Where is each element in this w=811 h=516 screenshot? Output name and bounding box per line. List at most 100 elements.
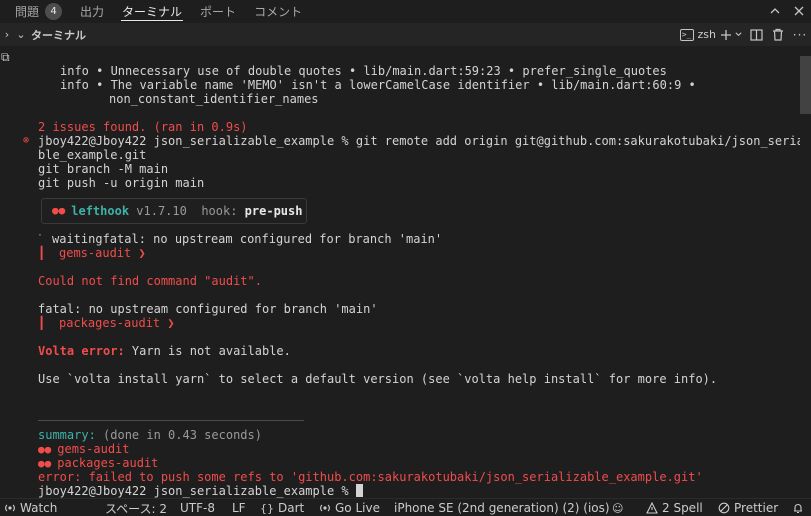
encoding-label: UTF-8: [180, 501, 215, 515]
chevron-down-icon[interactable]: ⌄: [14, 28, 28, 41]
status-indentation[interactable]: スペース: 2: [105, 499, 167, 516]
shell-selector[interactable]: >_ zsh: [678, 23, 718, 46]
terminal-icon: >_: [679, 28, 694, 41]
tab-label: ポート: [200, 4, 237, 19]
indentation-label: スペース: 2: [105, 501, 168, 516]
status-copilot[interactable]: ☺: [612, 499, 623, 516]
hook-label: hook:: [201, 204, 238, 218]
problems-count-badge: 4: [45, 2, 63, 20]
close-icon: [794, 6, 804, 16]
lefthook-glasses-icon: ●●: [38, 457, 52, 470]
lefthook-banner: ●● lefthook v1.7.10 hook: pre-push: [41, 198, 307, 224]
packages-audit-label: packages-audit ❯: [59, 316, 175, 330]
error-decoration-icon[interactable]: ⊗: [23, 134, 29, 148]
status-prettier[interactable]: Prettier: [718, 499, 778, 516]
braces-icon: {}: [260, 501, 274, 515]
status-golive[interactable]: Go Live: [319, 499, 380, 516]
tab-label: ターミナル: [122, 4, 183, 19]
terminal-line: ble_example.git: [38, 148, 147, 162]
status-notifications[interactable]: [792, 499, 804, 516]
more-icon: ···: [792, 27, 808, 42]
device-label: iPhone SE (2nd generation) (2) (ios): [394, 501, 610, 515]
tab-label: コメント: [254, 4, 303, 19]
panel-tabs: 問題 4 出力 ターミナル ポート コメント: [0, 0, 811, 22]
tab-output[interactable]: 出力: [71, 0, 113, 22]
bell-icon: [794, 504, 802, 514]
more-actions-button[interactable]: ···: [789, 23, 811, 46]
terminal-line: fatal: no upstream configured for branch…: [38, 302, 378, 316]
spell-label: 2 Spell: [662, 501, 703, 515]
warning-icon: [646, 502, 658, 514]
hook-value: pre-push: [244, 204, 303, 218]
maximize-panel-button[interactable]: [763, 0, 787, 22]
terminal-cursor: [355, 484, 363, 497]
terminal-output[interactable]: info • Unnecessary use of double quotes …: [16, 46, 811, 498]
terminal-line: info • Unnecessary use of double quotes …: [60, 64, 667, 78]
chevron-up-icon: [770, 8, 780, 14]
shell-prompt: jboy422@Jboy422 json_serializable_exampl…: [38, 484, 356, 498]
terminal-gutter: [0, 46, 16, 498]
gems-audit-label: gems-audit ❯: [59, 246, 146, 260]
terminal-scrollbar[interactable]: [800, 46, 811, 498]
push-error: error: failed to push some refs to 'gith…: [38, 470, 703, 484]
issues-summary: 2 issues found. (ran in 0.9s): [38, 120, 248, 134]
tab-ports[interactable]: ポート: [191, 0, 245, 22]
plus-icon: [721, 29, 731, 40]
status-encoding[interactable]: UTF-8: [180, 499, 215, 516]
new-terminal-button[interactable]: [718, 23, 745, 46]
golive-label: Go Live: [335, 501, 380, 515]
bar-marker: ┃: [38, 316, 46, 330]
summary-message: (done in 0.43 seconds): [95, 428, 262, 442]
terminal-line: waitingfatal: no upstream configured for…: [52, 232, 443, 246]
prohibited-icon: [718, 502, 730, 514]
status-language[interactable]: {} Dart: [260, 499, 304, 516]
chevron-right-icon[interactable]: ›: [0, 28, 14, 41]
tab-comments[interactable]: コメント: [245, 0, 311, 22]
tab-label: 問題: [15, 4, 40, 19]
terminal-tabs-icon[interactable]: ⧉: [1, 50, 10, 65]
volta-error-line: Volta error: Yarn is not available.: [38, 344, 291, 358]
terminal-line: jboy422@Jboy422 json_serializable_exampl…: [38, 134, 811, 148]
close-panel-button[interactable]: [787, 0, 811, 22]
copilot-icon: ☺: [612, 501, 624, 515]
summary-label: summary:: [38, 428, 96, 442]
summary-item: ●● gems-audit: [38, 442, 130, 456]
chevron-down-icon: [735, 32, 742, 37]
lefthook-version: v1.7.10: [136, 204, 187, 218]
terminal-line: git push -u origin main: [38, 176, 205, 190]
terminal-line: Use `volta install yarn` to select a def…: [38, 372, 718, 386]
tab-problems[interactable]: 問題 4: [0, 0, 71, 22]
prettier-label: Prettier: [734, 501, 779, 515]
terminal-line: non_constant_identifier_names: [109, 92, 319, 106]
volta-error-message: Yarn is not available.: [124, 344, 291, 358]
status-eol[interactable]: LF: [232, 499, 246, 516]
summary-gems-audit: gems-audit: [57, 442, 130, 456]
kill-terminal-button[interactable]: [767, 23, 789, 46]
status-watch[interactable]: Watch: [4, 499, 57, 516]
terminal-line: git branch -M main: [38, 162, 169, 176]
lefthook-glasses-icon: ●●: [52, 204, 66, 217]
terminal-line: info • The variable name 'MEMO' isn't a …: [60, 78, 696, 92]
split-terminal-button[interactable]: [745, 23, 767, 46]
bar-marker: ┃: [38, 246, 46, 260]
spinner-icon: ⠁: [38, 234, 45, 244]
summary-divider: [38, 420, 304, 421]
broadcast-icon: [5, 504, 15, 512]
trash-icon: [773, 28, 783, 41]
broadcast-icon: [320, 504, 330, 512]
summary-item: ●● packages-audit: [38, 456, 158, 470]
volta-error-label: Volta error:: [38, 344, 125, 358]
summary-packages-audit: packages-audit: [57, 456, 159, 470]
watch-label: Watch: [20, 501, 58, 515]
summary-line: summary: (done in 0.43 seconds): [38, 428, 262, 442]
status-device[interactable]: iPhone SE (2nd generation) (2) (ios): [394, 499, 610, 516]
status-spell[interactable]: 2 Spell: [646, 499, 703, 516]
status-bar: Watch スペース: 2 UTF-8 LF {} Dart Go Live iP…: [0, 498, 811, 516]
tab-terminal[interactable]: ターミナル: [113, 0, 191, 22]
terminal-header: › ⌄ ターミナル >_ zsh ···: [0, 23, 811, 46]
eol-label: LF: [232, 501, 246, 515]
tab-label: 出力: [80, 4, 105, 19]
prompt-line[interactable]: jboy422@Jboy422 json_serializable_exampl…: [38, 484, 363, 498]
split-icon: [749, 28, 763, 41]
scrollbar-thumb[interactable]: [800, 56, 811, 114]
